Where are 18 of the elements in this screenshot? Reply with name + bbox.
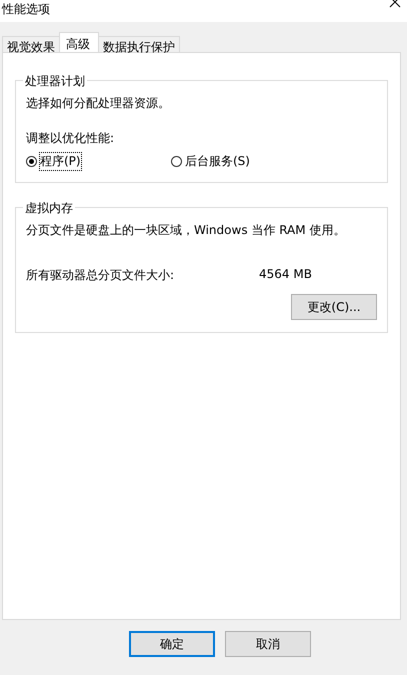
paging-size-value: 4564 MB	[259, 267, 312, 283]
tab[interactable]: 视觉效果	[2, 36, 60, 52]
group-title: 处理器计划	[23, 73, 87, 90]
radio-label[interactable]: 后台服务(S)	[185, 153, 250, 170]
radio-button[interactable]	[171, 156, 182, 167]
paging-size-label: 所有驱动器总分页文件大小:	[26, 267, 176, 284]
description-text: 分页文件是硬盘上的一块区域，Windows 当作 RAM 使用。	[26, 222, 346, 239]
radio-label[interactable]: 程序(P)	[40, 153, 81, 170]
window-title: 性能选项	[2, 1, 50, 18]
tab[interactable]: 高级	[59, 32, 99, 52]
dialog-button[interactable]: 取消	[225, 631, 311, 657]
description-text: 选择如何分配处理器资源。	[26, 95, 171, 112]
tab[interactable]: 数据执行保护	[98, 36, 180, 52]
group-title: 虚拟内存	[23, 200, 75, 217]
prompt-text: 调整以优化性能:	[26, 130, 116, 147]
change-button[interactable]: 更改(C)...	[291, 294, 377, 320]
dialog-button[interactable]: 确定	[129, 631, 215, 657]
radio-button[interactable]	[26, 156, 37, 167]
